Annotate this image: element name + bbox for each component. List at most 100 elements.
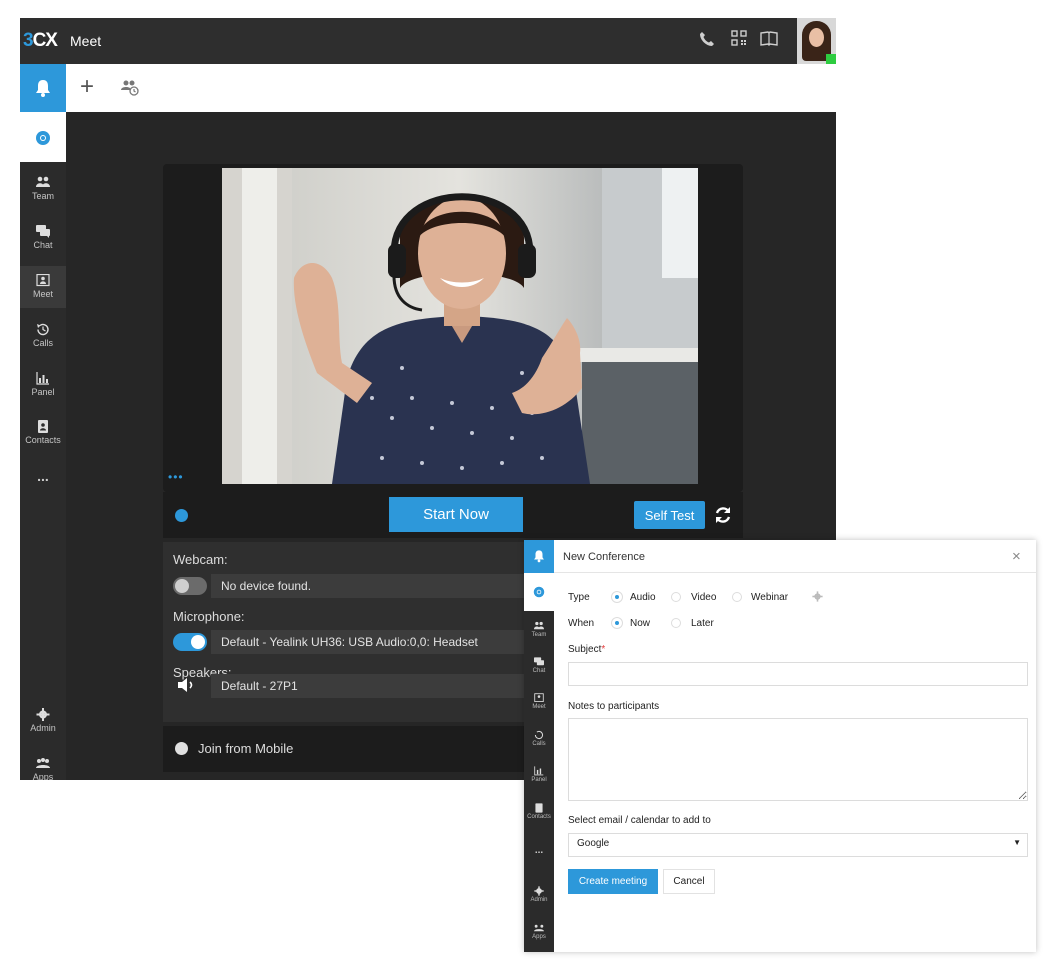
dialog-sidebar: Team Chat Meet Calls Panel Contacts ... … [524, 573, 554, 952]
dialog-sidebar-label: Chat [532, 668, 546, 674]
type-audio-label[interactable]: Audio [630, 592, 656, 603]
bell-icon [534, 550, 544, 563]
start-now-button[interactable]: Start Now [389, 497, 523, 532]
when-later-label[interactable]: Later [691, 618, 714, 629]
toggle-knob [191, 635, 205, 649]
chrome-extension-tab[interactable] [524, 573, 554, 611]
sidebar-item-admin[interactable]: Admin [20, 704, 66, 740]
scheduled-meetings-button[interactable] [120, 79, 140, 97]
more-icon: ... [37, 468, 49, 484]
dialog-sidebar-item-apps[interactable]: Apps [524, 923, 554, 940]
sidebar-item-panel[interactable]: Panel [20, 368, 66, 404]
dialog-sidebar-label: Team [531, 632, 547, 638]
more-icon: ... [534, 845, 544, 856]
video-preview-panel: ••• [163, 164, 743, 492]
app-title: Meet [70, 33, 102, 49]
type-label: Type [568, 592, 590, 603]
settings-gear-icon[interactable] [812, 591, 823, 602]
dialog-sidebar-item-contacts[interactable]: Contacts [524, 803, 554, 820]
apps-icon [36, 758, 50, 768]
subject-label: Subject* [568, 644, 606, 655]
dialog-notifications-button[interactable] [524, 540, 554, 573]
sidebar: Team Chat Meet Calls Panel Contacts ... … [20, 112, 66, 780]
self-test-button[interactable]: Self Test [634, 501, 705, 529]
cancel-button[interactable]: Cancel [663, 869, 715, 894]
gear-icon [36, 708, 50, 721]
calendar-select[interactable]: Google ▼ [568, 833, 1028, 857]
dialog-sidebar-item-meet[interactable]: Meet [524, 693, 554, 710]
status-dot [175, 509, 188, 522]
when-now-label[interactable]: Now [630, 618, 650, 629]
subject-input[interactable] [568, 662, 1028, 686]
sidebar-item-label: Contacts [25, 435, 61, 445]
type-video-label[interactable]: Video [691, 592, 716, 603]
sidebar-item-label: Admin [30, 723, 56, 733]
sidebar-item-chat[interactable]: Chat [20, 221, 66, 257]
dialog-sidebar-item-admin[interactable]: Admin [524, 886, 554, 903]
secondary-toolbar: + [20, 64, 836, 112]
dialog-sidebar-item-panel[interactable]: Panel [524, 766, 554, 783]
panel-chart-icon [36, 372, 49, 385]
toggle-knob [175, 579, 189, 593]
gear-icon [534, 886, 544, 896]
dialog-sidebar-label: Calls [532, 741, 546, 747]
team-icon [534, 621, 544, 630]
dialog-sidebar-item-more[interactable]: ... [524, 845, 554, 856]
notes-textarea[interactable] [568, 718, 1028, 801]
app-logo[interactable]: 3CX [23, 30, 58, 52]
chrome-extension-tab[interactable] [20, 112, 66, 162]
contacts-icon [38, 420, 48, 433]
chat-icon [534, 657, 544, 666]
phone-icon[interactable] [696, 30, 718, 52]
dialog-title: New Conference [563, 551, 645, 563]
user-avatar[interactable] [797, 18, 836, 64]
meet-icon [534, 693, 544, 703]
sidebar-item-more[interactable]: ... [20, 468, 66, 504]
chrome-icon [36, 131, 50, 145]
meet-icon [36, 274, 50, 287]
qr-code-icon[interactable] [728, 30, 750, 52]
dialog-sidebar-label: Admin [530, 897, 548, 903]
notifications-button[interactable] [20, 64, 66, 112]
type-audio-radio[interactable] [612, 592, 622, 602]
close-icon[interactable]: × [1012, 548, 1021, 565]
online-status-indicator [826, 54, 836, 64]
panel-chart-icon [534, 766, 544, 776]
sidebar-item-calls[interactable]: Calls [20, 319, 66, 355]
sidebar-item-team[interactable]: Team [20, 172, 66, 208]
type-video-radio[interactable] [671, 592, 681, 602]
apps-icon [534, 924, 544, 932]
chevron-down-icon: ▼ [1013, 838, 1021, 847]
book-icon[interactable] [758, 30, 780, 52]
contacts-icon [535, 803, 543, 813]
add-button[interactable]: + [80, 74, 94, 100]
chat-icon [36, 225, 50, 238]
dialog-sidebar-label: Panel [531, 777, 547, 783]
sidebar-item-label: Calls [32, 338, 53, 348]
calendar-selected-value: Google [577, 838, 610, 849]
when-later-radio[interactable] [671, 618, 681, 628]
microphone-toggle[interactable] [173, 633, 207, 651]
dialog-sidebar-item-calls[interactable]: Calls [524, 730, 554, 747]
video-options-button[interactable]: ••• [168, 470, 184, 484]
dialog-sidebar-label: Apps [532, 934, 546, 940]
refresh-icon[interactable] [713, 505, 733, 525]
type-webinar-label[interactable]: Webinar [751, 592, 788, 603]
required-mark: * [601, 644, 606, 655]
dialog-sidebar-item-chat[interactable]: Chat [524, 657, 554, 674]
sidebar-item-apps[interactable]: Apps [20, 753, 66, 780]
sidebar-item-label: Chat [33, 240, 53, 250]
webcam-toggle[interactable] [173, 577, 207, 595]
avatar-face [809, 28, 824, 47]
sidebar-item-meet[interactable]: Meet [20, 266, 66, 308]
calls-history-icon [37, 323, 49, 336]
sidebar-item-label: Apps [32, 772, 54, 780]
dialog-sidebar-item-team[interactable]: Team [524, 621, 554, 638]
speaker-icon[interactable] [177, 677, 197, 693]
join-mobile-radio[interactable] [175, 742, 188, 755]
sidebar-item-label: Team [31, 191, 54, 201]
type-webinar-radio[interactable] [732, 592, 742, 602]
sidebar-item-contacts[interactable]: Contacts [20, 416, 66, 452]
create-meeting-button[interactable]: Create meeting [568, 869, 658, 894]
when-now-radio[interactable] [612, 618, 622, 628]
